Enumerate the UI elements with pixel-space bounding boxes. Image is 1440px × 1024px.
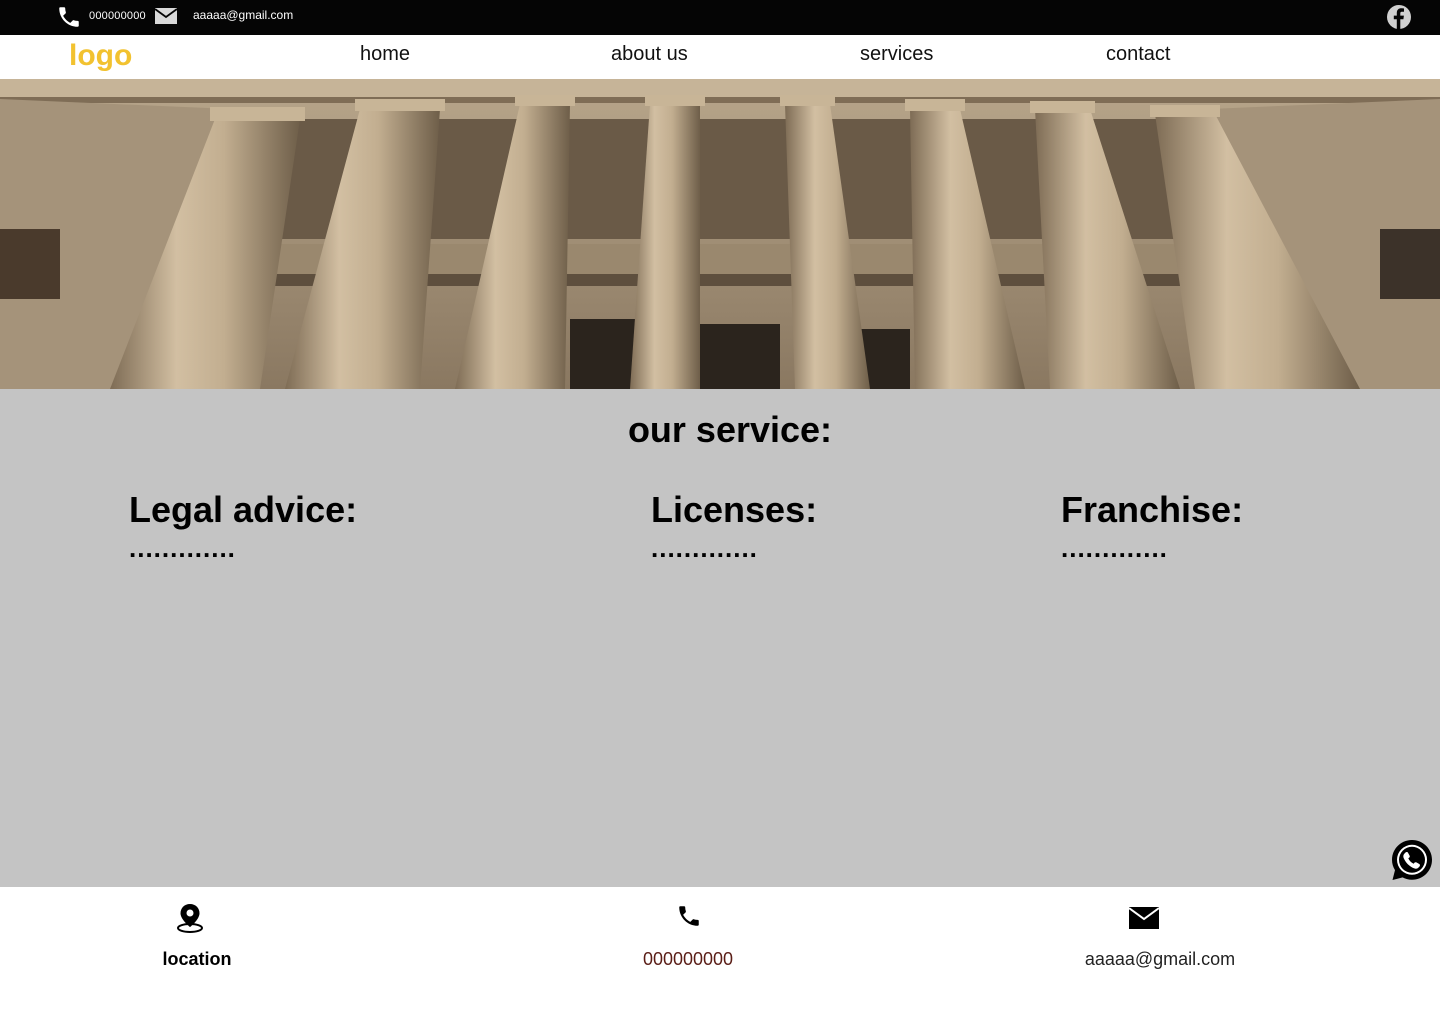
service-description: .............	[1061, 533, 1168, 563]
footer: location 000000000 aaaaa@gmail.com	[0, 887, 1440, 1024]
facebook-icon[interactable]	[1386, 4, 1412, 30]
nav-about-us[interactable]: about us	[611, 43, 688, 66]
footer-location[interactable]: location	[162, 949, 231, 970]
hero-image	[0, 79, 1440, 389]
footer-email[interactable]: aaaaa@gmail.com	[1085, 949, 1235, 970]
logo[interactable]: logo	[69, 39, 132, 73]
courthouse-columns-image	[0, 79, 1440, 389]
topbar-phone[interactable]: 000000000	[89, 10, 146, 22]
service-title: Licenses:	[651, 489, 818, 530]
location-pin-icon	[177, 904, 203, 933]
mail-icon	[155, 8, 177, 24]
footer-phone[interactable]: 000000000	[643, 949, 733, 970]
service-description: .............	[651, 533, 758, 563]
services-heading: our service:	[627, 409, 833, 450]
whatsapp-icon[interactable]	[1390, 838, 1434, 882]
phone-icon	[59, 7, 79, 27]
service-title: Legal advice:	[129, 489, 358, 530]
mail-icon	[1129, 907, 1159, 929]
service-title: Franchise:	[1061, 489, 1244, 530]
nav-contact[interactable]: contact	[1106, 43, 1170, 66]
page: 000000000 aaaaa@gmail.com logo home abou…	[0, 0, 1440, 1024]
services-section: our service: Legal advice: .............…	[0, 389, 1440, 887]
navbar: logo home about us services contact	[0, 35, 1440, 79]
topbar-email[interactable]: aaaaa@gmail.com	[193, 8, 293, 22]
service-description: .............	[129, 533, 236, 563]
nav-home[interactable]: home	[360, 43, 410, 66]
service-legal-advice: Legal advice: .............	[129, 489, 357, 563]
phone-icon	[679, 906, 699, 926]
service-licenses: Licenses: .............	[651, 489, 817, 563]
service-franchise: Franchise: .............	[1061, 489, 1243, 563]
top-contact-bar: 000000000 aaaaa@gmail.com	[0, 0, 1440, 35]
nav-services[interactable]: services	[860, 43, 933, 66]
